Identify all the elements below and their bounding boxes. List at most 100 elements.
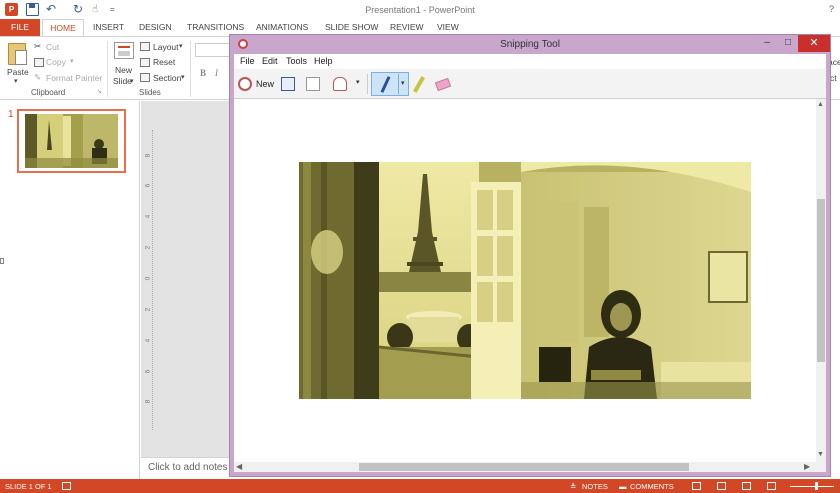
notes-placeholder[interactable]: Click to add notes <box>148 462 228 473</box>
scissors-icon: ✂ <box>34 41 42 51</box>
scroll-left-icon[interactable]: ◀ <box>236 462 242 471</box>
snipping-tool-window: Snipping Tool – □ ✕ File Edit Tools Help… <box>229 34 831 477</box>
ruler-ticks <box>152 130 154 430</box>
horizontal-scroll-thumb[interactable] <box>359 463 689 471</box>
zoom-slider-track[interactable] <box>790 486 834 487</box>
format-painter-button[interactable]: Format Painter <box>46 73 102 83</box>
section-icon <box>140 73 150 82</box>
maximize-button[interactable]: □ <box>777 35 799 52</box>
layout-button[interactable]: Layout <box>153 42 179 52</box>
new-snip-button[interactable]: New <box>256 79 274 89</box>
layout-dropdown-icon[interactable]: ▾ <box>179 42 183 50</box>
new-slide-icon[interactable] <box>114 42 134 59</box>
notes-button[interactable]: NOTES <box>582 482 608 491</box>
new-slide-dropdown-icon[interactable]: ▾ <box>130 77 134 85</box>
section-dropdown-icon[interactable]: ▾ <box>181 73 185 81</box>
minimize-button[interactable]: – <box>756 35 778 52</box>
notes-icon: ≜ <box>570 482 577 491</box>
eraser-icon[interactable] <box>434 77 452 92</box>
snipping-tool-toolbar: New ▾ ▾ <box>234 69 826 99</box>
slide-editing-area <box>141 101 241 479</box>
status-bar: SLIDE 1 OF 1 ≜ NOTES ▬ COMMENTS <box>0 479 840 493</box>
vertical-scroll-thumb[interactable] <box>817 199 825 362</box>
tab-home[interactable]: HOME <box>42 19 84 37</box>
tab-insert[interactable]: INSERT <box>93 19 124 36</box>
ruler-label: 0 <box>144 276 152 281</box>
tab-design[interactable]: DESIGN <box>139 19 172 36</box>
notes-pane[interactable]: Click to add notes <box>141 457 241 479</box>
snipping-tool-titlebar[interactable]: Snipping Tool – □ ✕ <box>230 35 830 54</box>
vertical-ruler: 8 6 4 2 0 2 4 6 8 <box>144 130 154 430</box>
horizontal-scrollbar[interactable]: ◀ ▶ <box>234 462 816 472</box>
copy-dropdown-icon[interactable]: ▾ <box>70 57 74 65</box>
bold-button[interactable]: B <box>200 68 206 78</box>
thumbnail-photo <box>25 114 118 168</box>
ruler-label: 8 <box>144 399 152 404</box>
slide-number: 1 <box>8 109 14 120</box>
clipboard-launcher-icon[interactable]: ↘ <box>97 88 102 95</box>
normal-view-icon[interactable] <box>692 482 701 490</box>
reading-view-icon[interactable] <box>742 482 751 490</box>
send-email-icon[interactable] <box>333 77 347 91</box>
toolbar-separator <box>367 74 368 94</box>
ruler-label: 2 <box>144 245 152 250</box>
snipping-tool-menubar: File Edit Tools Help <box>234 54 826 69</box>
clipboard-group-label: Clipboard <box>31 88 66 97</box>
scroll-up-icon[interactable]: ▲ <box>817 101 824 108</box>
slides-group-label: Slides <box>139 88 161 97</box>
section-button[interactable]: Section <box>153 73 181 83</box>
paste-dropdown-icon[interactable]: ▾ <box>14 77 18 85</box>
pen-button[interactable]: ▾ <box>371 72 409 96</box>
ruler-label: 6 <box>144 369 152 374</box>
reset-button[interactable]: Reset <box>153 57 175 67</box>
scroll-down-icon[interactable]: ▼ <box>817 451 824 458</box>
send-dropdown-icon[interactable]: ▾ <box>356 78 360 86</box>
snipping-tool-title: Snipping Tool <box>500 39 560 50</box>
highlighter-icon[interactable] <box>413 76 425 93</box>
copy-icon[interactable] <box>306 77 320 91</box>
window-title: Presentation1 - PowerPoint <box>365 5 475 15</box>
paste-icon[interactable] <box>8 43 27 65</box>
spell-check-icon[interactable] <box>62 482 71 490</box>
tab-file[interactable]: FILE <box>0 19 40 36</box>
zoom-slider-thumb[interactable] <box>815 482 818 490</box>
menu-edit[interactable]: Edit <box>262 56 278 66</box>
comments-button[interactable]: COMMENTS <box>630 482 674 491</box>
close-button[interactable]: ✕ <box>798 35 830 52</box>
ruler-label: 6 <box>144 183 152 188</box>
new-snip-icon[interactable] <box>238 77 252 91</box>
cut-button[interactable]: Cut <box>46 42 59 52</box>
format-painter-icon: ✎ <box>34 72 42 82</box>
copy-icon <box>34 58 44 67</box>
pen-dropdown-icon[interactable]: ▾ <box>401 79 405 87</box>
vertical-scrollbar[interactable]: ▲ ▼ <box>816 99 826 462</box>
layout-icon <box>140 42 150 51</box>
group-divider <box>107 41 108 97</box>
menu-file[interactable]: File <box>240 56 255 66</box>
snip-canvas <box>234 99 816 462</box>
slide-sorter-icon[interactable] <box>717 482 726 490</box>
pen-icon <box>380 76 391 93</box>
comments-icon: ▬ <box>619 482 627 491</box>
ruler-label: 8 <box>144 153 152 158</box>
pen-button-divider <box>398 74 399 94</box>
paste-button[interactable]: Paste <box>7 67 29 77</box>
slide-thumbnail[interactable] <box>17 109 126 173</box>
slide-count: SLIDE 1 OF 1 <box>5 482 52 491</box>
menu-tools[interactable]: Tools <box>286 56 307 66</box>
slide-show-icon[interactable] <box>767 482 776 490</box>
save-snip-icon[interactable] <box>281 77 295 91</box>
help-button[interactable]: ? <box>829 4 834 14</box>
italic-button[interactable]: I <box>215 68 218 78</box>
copy-button[interactable]: Copy <box>46 57 66 67</box>
captured-photo <box>299 162 751 399</box>
ruler-label: 2 <box>144 307 152 312</box>
scroll-right-icon[interactable]: ▶ <box>804 462 810 471</box>
slide-thumbnail-pane: 1 <box>0 101 140 479</box>
scrollbar-corner <box>816 462 826 472</box>
menu-help[interactable]: Help <box>314 56 333 66</box>
reset-icon <box>140 58 150 67</box>
group-divider <box>190 41 191 97</box>
new-slide-button[interactable]: New <box>115 65 132 75</box>
ruler-label: 4 <box>144 338 152 343</box>
